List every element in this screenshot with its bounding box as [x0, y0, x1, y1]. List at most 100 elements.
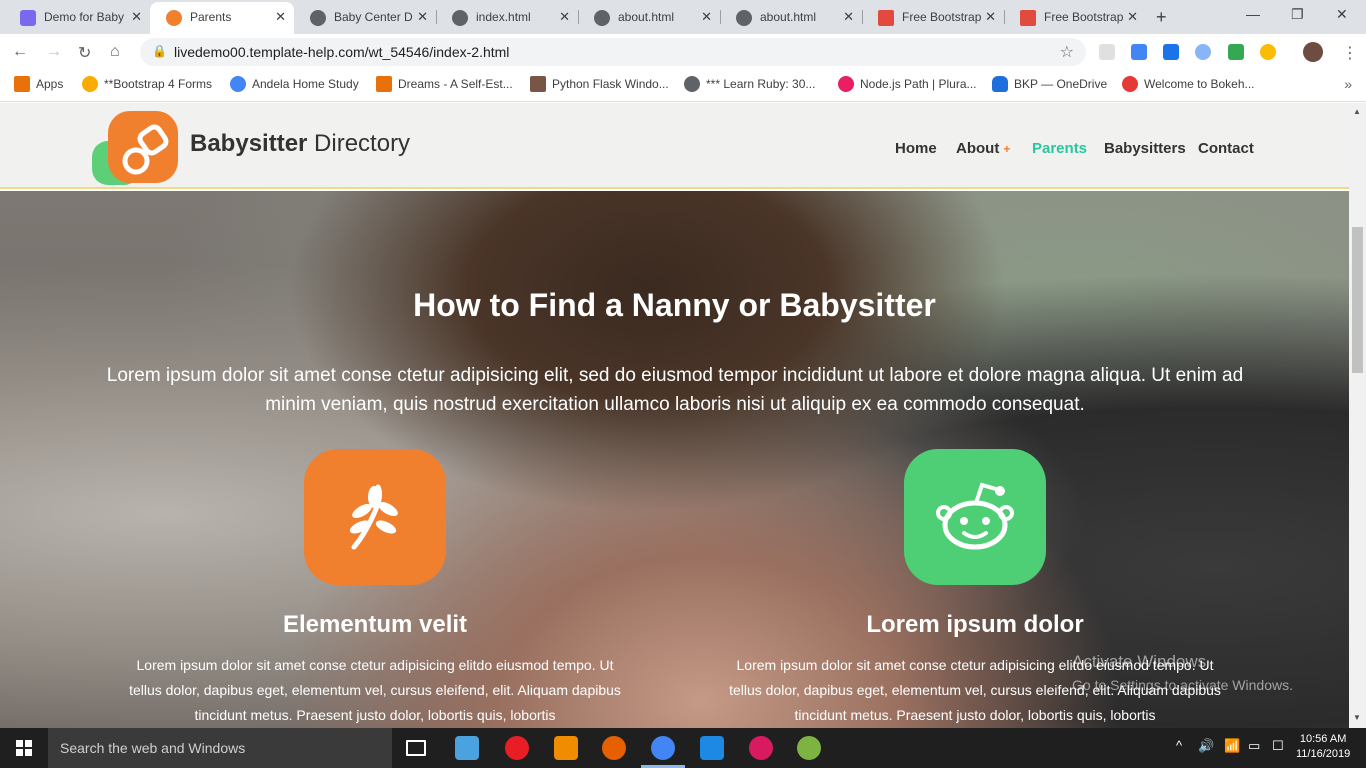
bookmark-label: Apps [36, 77, 64, 91]
browser-tab[interactable]: Demo for Baby ✕ [4, 2, 150, 34]
bookmark-item[interactable]: BKP — OneDrive [992, 76, 1107, 92]
bookmark-label: **Bootstrap 4 Forms [104, 77, 213, 91]
home-icon[interactable]: ⌂ [110, 43, 120, 61]
reload-icon[interactable]: ↻ [78, 43, 91, 63]
tray-chevron-icon[interactable]: ^ [1176, 738, 1182, 753]
taskbar-app-icon[interactable] [455, 736, 479, 760]
bookmark-item[interactable]: *** Learn Ruby: 30... [684, 76, 815, 92]
vscode-icon[interactable] [700, 736, 724, 760]
browser-tab-active[interactable]: Parents ✕ [150, 2, 294, 34]
volume-icon[interactable]: 🔊 [1198, 738, 1214, 754]
reddit-glyph [936, 482, 1014, 550]
bookmark-label: Welcome to Bokeh... [1144, 77, 1255, 91]
notifications-icon[interactable]: ☐ [1272, 738, 1284, 754]
nav-about-label: About [956, 140, 1000, 157]
bookmark-item[interactable]: Python Flask Windo... [530, 76, 669, 92]
bookmark-favicon-icon [530, 76, 546, 92]
bookmark-item[interactable]: Andela Home Study [230, 76, 359, 92]
vlc-icon[interactable] [554, 736, 578, 760]
browser-tab[interactable]: Free Bootstrap ✕ [862, 2, 1004, 34]
hero-section: How to Find a Nanny or Babysitter Lorem … [0, 191, 1349, 728]
eyedropper-icon[interactable] [1228, 44, 1244, 60]
close-tab-icon[interactable]: ✕ [131, 2, 142, 32]
address-bar[interactable]: 🔒 livedemo00.template-help.com/wt_54546/… [140, 38, 1086, 66]
avatar[interactable] [1303, 42, 1323, 62]
bookmark-item[interactable]: **Bootstrap 4 Forms [82, 76, 212, 92]
nav-parents[interactable]: Parents [1032, 140, 1087, 157]
bookmark-label: Dreams - A Self-Est... [398, 77, 513, 91]
feature-text: Lorem ipsum dolor sit amet conse ctetur … [129, 657, 621, 723]
calendar-extension-icon[interactable] [1163, 44, 1179, 60]
menu-kebab-icon[interactable]: ⋮ [1342, 43, 1358, 63]
tab-title: about.html [618, 10, 675, 24]
task-view-icon[interactable] [406, 740, 426, 756]
taskbar-search-box[interactable]: Search the web and Windows [48, 728, 392, 768]
site-header: Babysitter Directory Home About + Parents… [0, 103, 1349, 189]
back-icon[interactable]: ← [12, 43, 28, 61]
globe-icon [594, 10, 610, 26]
taskbar-app-icon[interactable] [749, 736, 773, 760]
bookmark-item[interactable]: Node.js Path | Plura... [838, 76, 977, 92]
close-tab-icon[interactable]: ✕ [275, 2, 286, 32]
scroll-up-icon[interactable]: ▲ [1353, 107, 1361, 116]
bookmark-favicon-icon [1122, 76, 1138, 92]
lock-icon: 🔒 [152, 44, 167, 58]
bookmark-label: Python Flask Windo... [552, 77, 669, 91]
page-scrollbar[interactable]: ▲ ▼ [1349, 103, 1366, 728]
translate-icon[interactable] [1131, 44, 1147, 60]
nav-babysitters[interactable]: Babysitters [1104, 140, 1186, 157]
reddit-icon [904, 449, 1046, 585]
close-tab-icon[interactable]: ✕ [985, 2, 996, 32]
apps-grid-icon [14, 76, 30, 92]
nav-home[interactable]: Home [895, 140, 937, 157]
wifi-icon[interactable]: 📶 [1224, 738, 1240, 754]
new-tab-icon[interactable]: + [1156, 7, 1167, 28]
restore-icon[interactable]: ❐ [1291, 6, 1304, 23]
clock-date: 11/16/2019 [1296, 748, 1351, 760]
paint-icon[interactable] [797, 736, 821, 760]
extension-icon[interactable] [1099, 44, 1115, 60]
nav-about[interactable]: About + [956, 140, 1010, 157]
globe-icon [452, 10, 468, 26]
close-tab-icon[interactable]: ✕ [701, 2, 712, 32]
bookmark-item[interactable]: Welcome to Bokeh... [1122, 76, 1255, 92]
browser-tab[interactable]: Free Bootstrap ✕ [1004, 2, 1146, 34]
taskbar-clock[interactable]: 10:56 AM 11/16/2019 [1296, 732, 1350, 762]
bookmark-favicon-icon [82, 76, 98, 92]
leaf-glyph [349, 484, 398, 550]
browser-tab[interactable]: about.html ✕ [720, 2, 862, 34]
close-window-icon[interactable]: ✕ [1336, 6, 1348, 23]
battery-icon[interactable]: ▭ [1248, 738, 1260, 754]
close-tab-icon[interactable]: ✕ [843, 2, 854, 32]
windows-start-icon[interactable] [0, 728, 48, 768]
tab-favicon-icon [20, 10, 36, 26]
forward-icon[interactable]: → [46, 43, 62, 61]
activate-windows-subtext: Go to Settings to activate Windows. [1072, 677, 1293, 693]
browser-tab[interactable]: Baby Center D ✕ [294, 2, 436, 34]
leaf-icon [304, 449, 446, 585]
bookmark-star-icon[interactable]: ☆ [1060, 42, 1074, 62]
extension-icon[interactable] [1195, 44, 1211, 60]
close-tab-icon[interactable]: ✕ [417, 2, 428, 32]
close-tab-icon[interactable]: ✕ [1127, 2, 1138, 32]
browser-toolbar: ← → ↻ ⌂ 🔒 livedemo00.template-help.com/w… [0, 34, 1366, 70]
brand-name[interactable]: Babysitter Directory [190, 130, 410, 158]
chrome-icon[interactable] [651, 736, 675, 760]
bookmark-item[interactable]: Dreams - A Self-Est... [376, 76, 513, 92]
bookmark-apps[interactable]: Apps [14, 76, 63, 92]
scroll-down-icon[interactable]: ▼ [1353, 713, 1361, 722]
minimize-icon[interactable]: — [1246, 6, 1260, 22]
tab-title: Free Bootstrap [1044, 10, 1124, 24]
firefox-icon[interactable] [602, 736, 626, 760]
brand-light: Directory [314, 130, 411, 157]
browser-tab[interactable]: index.html ✕ [436, 2, 578, 34]
bookmark-label: BKP — OneDrive [1014, 77, 1108, 91]
bookmarks-overflow-icon[interactable]: » [1344, 76, 1352, 92]
pacifier-logo-icon[interactable] [92, 109, 182, 187]
scrollbar-thumb[interactable] [1352, 227, 1363, 373]
extension-icon[interactable] [1260, 44, 1276, 60]
close-tab-icon[interactable]: ✕ [559, 2, 570, 32]
nav-contact[interactable]: Contact [1198, 140, 1254, 157]
opera-icon[interactable] [505, 736, 529, 760]
browser-tab[interactable]: about.html ✕ [578, 2, 720, 34]
